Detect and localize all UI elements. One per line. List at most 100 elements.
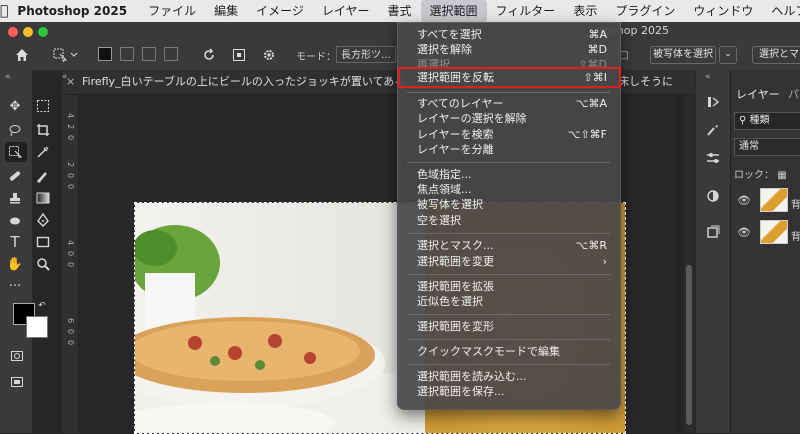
style-select[interactable]: 長方形ツ… (336, 46, 396, 63)
collapse-panel-icon[interactable]: « (5, 72, 11, 82)
app-name-menu[interactable]: Photoshop 2025 (8, 0, 139, 22)
marquee-tool-preset-icon[interactable] (50, 45, 80, 65)
libraries-icon[interactable] (702, 222, 724, 242)
menu-item-select-and-mask[interactable]: 選択とマスク... ⌥⌘R (417, 238, 607, 253)
menu-item-isolate-layers[interactable]: レイヤーを分離 (417, 142, 607, 157)
menu-item-load-selection[interactable]: 選択範囲を読み込む... (417, 369, 607, 384)
hand-tool-icon[interactable]: ✋ (4, 254, 26, 274)
layer-name: 背 (791, 232, 800, 243)
new-selection-icon[interactable] (98, 47, 112, 61)
eyedropper-tool-icon[interactable] (32, 142, 54, 162)
close-window-button[interactable] (8, 27, 18, 37)
layer-thumbnail (760, 188, 788, 212)
layer-name: 背 (791, 200, 800, 211)
color-panel-icon[interactable] (702, 186, 724, 206)
artboard-tool-icon[interactable] (32, 96, 54, 116)
search-icon: ⚲ (739, 115, 747, 126)
swap-colors-icon[interactable]: ↶ (36, 300, 48, 312)
menu-item-label: 選択範囲を変形 (417, 320, 494, 333)
menu-item-find-layers[interactable]: レイヤーを検索 ⌥⇧⌘F (417, 127, 607, 142)
menu-help[interactable]: ヘルプ (762, 0, 800, 22)
apple-icon[interactable]:  (0, 3, 8, 19)
intersect-selection-icon[interactable] (164, 47, 178, 61)
menu-item-label: 焦点領域... (417, 183, 472, 196)
pen-tool-icon[interactable] (32, 210, 54, 230)
menu-item-focus-area[interactable]: 焦点領域... (417, 182, 607, 197)
history-panel-icon[interactable] (702, 92, 724, 112)
menu-item-label: 選択範囲を保存... (417, 385, 505, 398)
menu-edit[interactable]: 編集 (205, 0, 247, 22)
more-tools-icon[interactable]: ··· (4, 276, 26, 296)
background-color-swatch[interactable] (26, 316, 48, 338)
menu-separator (407, 339, 610, 340)
menu-view[interactable]: 表示 (564, 0, 606, 22)
home-icon[interactable] (12, 45, 32, 65)
menu-item-select-all[interactable]: すべてを選択 ⌘A (417, 27, 607, 42)
layer-kind-filter[interactable]: ⚲ 種類 (734, 112, 800, 130)
tab-paths[interactable]: パ (788, 86, 799, 102)
menu-item-label: 選択を解除 (417, 43, 472, 56)
select-and-mask-button[interactable]: 選択とマ (752, 46, 800, 64)
rotate-icon[interactable] (200, 45, 218, 65)
menu-select[interactable]: 選択範囲 (420, 0, 487, 22)
visibility-eye-icon[interactable]: 👁 (737, 194, 751, 207)
zoom-window-button[interactable] (38, 27, 48, 37)
collapse-right-icon[interactable]: « (705, 72, 711, 82)
menu-item-shortcut: ⌥⇧⌘F (567, 128, 607, 141)
ruler-tick: 4 (66, 240, 75, 246)
menu-item-similar[interactable]: 近似色を選択 (417, 294, 607, 309)
menu-separator (407, 364, 610, 365)
menu-item-grow[interactable]: 選択範囲を拡張 (417, 279, 607, 294)
crop-tool-icon[interactable] (32, 120, 54, 140)
menu-filter[interactable]: フィルター (487, 0, 565, 22)
lock-transparent-icon[interactable]: ▦ (777, 170, 786, 181)
menu-type[interactable]: 書式 (379, 0, 421, 22)
align-icon[interactable] (230, 45, 248, 65)
menu-item-label: すべてを選択 (417, 28, 482, 41)
highlight-box (398, 67, 621, 88)
type-tool-icon[interactable]: T (4, 232, 26, 252)
brush-settings-icon[interactable] (702, 120, 724, 140)
collapse-left-icon[interactable]: « (62, 72, 68, 82)
menu-item-subject[interactable]: 被写体を選択 (417, 197, 607, 212)
menu-item-quick-mask[interactable]: クイックマスクモードで編集 (417, 344, 607, 359)
settings-gear-icon[interactable] (260, 45, 278, 65)
adjustments-icon[interactable] (702, 148, 724, 168)
menu-item-all-layers[interactable]: すべてのレイヤー ⌥⌘A (417, 96, 607, 111)
clone-stamp-icon[interactable] (4, 188, 26, 208)
gradient-tool-icon[interactable] (32, 188, 54, 208)
menu-item-deselect[interactable]: 選択を解除 ⌘D (417, 42, 607, 57)
chevron-down-icon[interactable]: ⌄ (719, 46, 737, 64)
lasso-tool-icon[interactable] (4, 120, 26, 140)
subtract-selection-icon[interactable] (142, 47, 156, 61)
screen-mode-icon[interactable] (6, 372, 28, 392)
menu-item-modify[interactable]: 選択範囲を変更 › (417, 254, 607, 269)
menu-image[interactable]: イメージ (247, 0, 313, 22)
menu-file[interactable]: ファイル (139, 0, 205, 22)
menu-item-transform-selection[interactable]: 選択範囲を変形 (417, 319, 607, 334)
minimize-window-button[interactable] (23, 27, 33, 37)
zoom-tool-icon[interactable] (32, 254, 54, 274)
menu-item-save-selection[interactable]: 選択範囲を保存... (417, 384, 607, 399)
menu-item-color-range[interactable]: 色域指定... (417, 167, 607, 182)
visibility-eye-icon[interactable]: 👁 (737, 226, 751, 239)
menu-layer[interactable]: レイヤー (313, 0, 379, 22)
add-to-selection-icon[interactable] (120, 47, 134, 61)
move-tool-icon[interactable]: ✥ (4, 96, 26, 116)
quick-mask-icon[interactable] (6, 346, 28, 366)
object-selection-tool-icon[interactable] (5, 142, 27, 162)
menu-item-deselect-layers[interactable]: レイヤーの選択を解除 (417, 111, 607, 126)
eraser-tool-icon[interactable] (4, 210, 26, 230)
blend-mode-select[interactable]: 通常 (734, 138, 800, 156)
tab-layers[interactable]: レイヤー (736, 86, 780, 102)
spot-healing-brush-icon[interactable] (4, 166, 26, 186)
macos-menu-bar:  Photoshop 2025 ファイル 編集 イメージ レイヤー 書式 選択… (0, 0, 800, 22)
rectangle-tool-icon[interactable] (32, 232, 54, 252)
menu-item-sky[interactable]: 空を選択 (417, 213, 607, 228)
scrollbar-thumb[interactable] (686, 265, 692, 425)
menu-plugins[interactable]: プラグイン (606, 0, 684, 22)
select-subject-button[interactable]: 被写体を選択 (650, 46, 716, 64)
menu-window[interactable]: ウィンドウ (684, 0, 762, 22)
ruler-tick: 0 (66, 262, 75, 268)
brush-tool-icon[interactable] (32, 166, 54, 186)
